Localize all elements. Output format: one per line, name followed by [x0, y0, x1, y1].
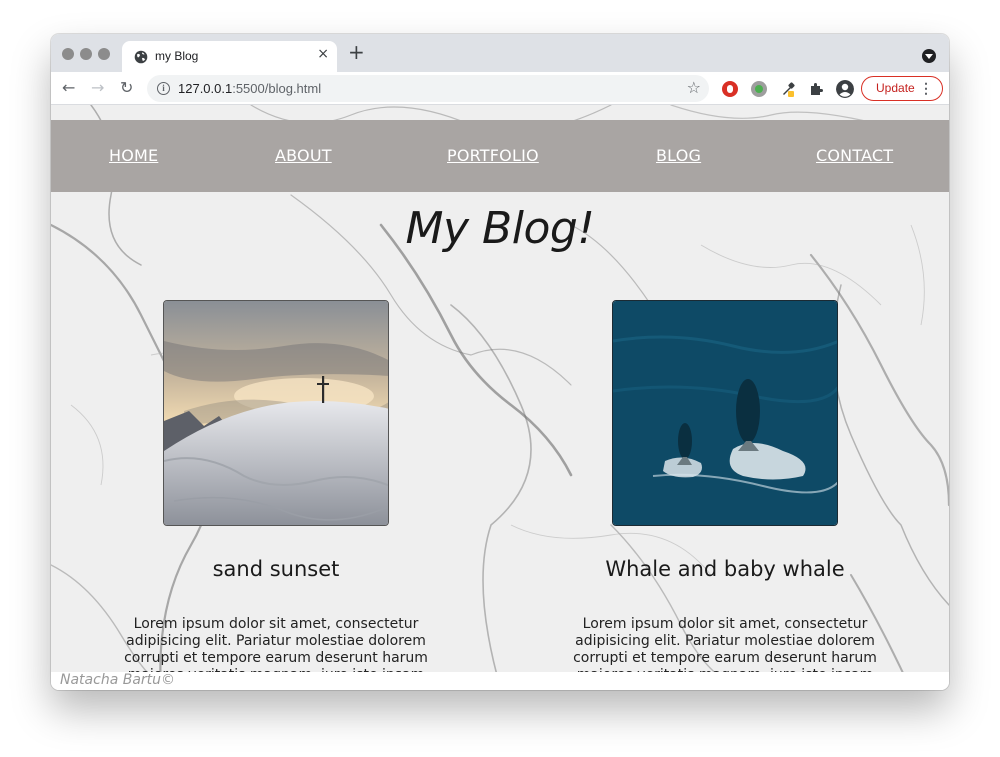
update-label: Update [876, 81, 915, 95]
site-info-icon[interactable]: i [157, 82, 170, 95]
nav-link-about[interactable]: ABOUT [275, 146, 332, 165]
url-path: :5500/blog.html [232, 81, 322, 96]
reload-button[interactable]: ↻ [120, 78, 133, 98]
tab-my-blog[interactable]: my Blog × [122, 41, 337, 72]
browser-menu-icon[interactable]: ⋮ [919, 77, 933, 100]
tab-strip: my Blog × + [51, 34, 949, 72]
extension-dot-inner [755, 85, 763, 93]
tab-search-icon[interactable] [922, 49, 936, 63]
footer-credit: Natacha Bartu© [60, 672, 176, 688]
close-window-dot[interactable] [62, 48, 74, 60]
tab-close-icon[interactable]: × [317, 46, 329, 62]
page-viewport: HOME ABOUT PORTFOLIO BLOG CONTACT My Blo… [51, 105, 949, 690]
forward-button[interactable]: → [91, 78, 104, 98]
nav-link-contact[interactable]: CONTACT [816, 146, 893, 165]
maximize-window-dot[interactable] [98, 48, 110, 60]
url-text: 127.0.0.1:5500/blog.html [178, 81, 321, 96]
post-title-2: Whale and baby whale [605, 557, 845, 581]
nav-link-portfolio[interactable]: PORTFOLIO [447, 146, 539, 165]
nav-link-blog[interactable]: BLOG [656, 146, 701, 165]
update-button[interactable]: Update ⋮ [861, 76, 943, 101]
mountain-summit-cross-photo [164, 301, 388, 525]
site-footer: Natacha Bartu© [51, 672, 949, 690]
browser-window: my Blog × + ← → ↻ i 127.0.0.1:5500/blog.… [51, 34, 949, 690]
adblock-hand-shape [727, 85, 733, 93]
minimize-window-dot[interactable] [80, 48, 92, 60]
post-image-mountain[interactable] [163, 300, 389, 526]
eyedropper-extension-icon[interactable] [780, 81, 796, 97]
post-title-1: sand sunset [212, 557, 340, 581]
browser-toolbar: ← → ↻ i 127.0.0.1:5500/blog.html ☆ Updat… [51, 72, 949, 105]
page-title: My Blog! [405, 203, 595, 254]
nav-link-home[interactable]: HOME [109, 146, 158, 165]
globe-icon [134, 50, 148, 64]
address-bar[interactable]: i 127.0.0.1:5500/blog.html ☆ [147, 75, 709, 102]
extension-dot-icon[interactable] [751, 81, 767, 97]
tab-title: my Blog [155, 49, 199, 63]
site-navbar: HOME ABOUT PORTFOLIO BLOG CONTACT [51, 120, 949, 192]
post-image-whales[interactable] [612, 300, 838, 526]
puzzle-extensions-icon[interactable] [808, 81, 824, 97]
bookmark-star-icon[interactable]: ☆ [687, 78, 701, 97]
back-button[interactable]: ← [62, 78, 75, 98]
profile-avatar-icon[interactable] [836, 80, 854, 98]
adblock-extension-icon[interactable] [722, 81, 738, 97]
whales-ocean-photo [613, 301, 837, 525]
url-host: 127.0.0.1 [178, 81, 233, 96]
new-tab-button[interactable]: + [348, 42, 365, 62]
